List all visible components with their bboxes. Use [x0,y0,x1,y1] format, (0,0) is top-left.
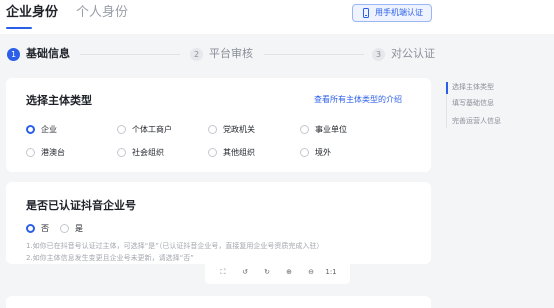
anchor-item-subject-type[interactable]: 选择主体类型 [452,82,494,92]
tab-personal-identity[interactable]: 个人身份 [76,4,128,22]
radio-other-org-indicator [208,148,217,157]
radio-hk-macao-taiwan-indicator [26,148,35,157]
tab-enterprise-identity[interactable]: 企业身份 [6,4,58,22]
step-1-label: 基础信息 [26,47,70,60]
radio-overseas-label: 境外 [315,148,331,157]
radio-public-institution-indicator [300,125,309,134]
radio-hk-macao-taiwan-label: 港澳台 [41,148,65,157]
anchor-item-basic-info[interactable]: 填写基础信息 [452,98,494,108]
radio-overseas[interactable]: 境外 [300,147,350,159]
radio-government-label: 党政机关 [223,125,255,134]
subject-type-intro-link[interactable]: 查看所有主体类型的介绍 [314,95,402,105]
douyin-certified-title: 是否已认证抖音企业号 [26,199,136,212]
mobile-verify-button[interactable]: 用手机端认证 [352,4,432,22]
step-3-label: 对公认证 [391,47,435,60]
anchor-active-marker [446,82,448,94]
radio-certified-yes[interactable]: 是 [60,223,90,235]
radio-certified-no-label: 否 [41,224,49,233]
radio-certified-yes-label: 是 [75,224,83,233]
radio-enterprise-indicator [26,125,35,134]
radio-individual-business-indicator [117,125,126,134]
radio-social-org-indicator [117,148,126,157]
radio-certified-no-indicator [26,224,35,233]
progress-stepper: 1 基础信息 2 平台审核 3 对公认证 [0,34,554,76]
radio-other-org-label: 其他组织 [223,148,255,157]
radio-certified-yes-indicator [60,224,69,233]
next-section-card [6,296,431,308]
rotate-left-icon[interactable]: ↺ [239,266,251,278]
image-preview-toolbar: ⛶ ↺ ↻ ⊕ ⊖ 1:1 [205,260,350,284]
zoom-in-icon[interactable]: ⊕ [283,266,295,278]
step-2-label: 平台审核 [209,47,253,60]
step-connector [264,54,364,55]
subject-type-card: 选择主体类型 查看所有主体类型的介绍 企业 个体工商户 党政机关 事业单位 港澳… [6,78,431,172]
radio-individual-business[interactable]: 个体工商户 [117,124,187,136]
radio-government-indicator [208,125,217,134]
step-1-number: 1 [7,48,20,61]
radio-public-institution[interactable]: 事业单位 [300,124,360,136]
rotate-right-icon[interactable]: ↻ [261,266,273,278]
mobile-phone-icon [363,8,369,18]
step-connector [80,54,180,55]
douyin-certified-card: 是否已认证抖音企业号 否 是 1.如你已在抖音号认证过主体，可选择“是”（已认证… [6,182,431,264]
mobile-verify-label: 用手机端认证 [375,8,423,17]
help-text-line-2: 2.如你主体信息发生变更且企业号未更新，请选择“否” [26,254,194,262]
header-bar: 企业身份 个人身份 用手机端认证 [0,0,554,34]
radio-individual-business-label: 个体工商户 [132,125,172,134]
radio-enterprise-label: 企业 [41,125,57,134]
step-2-number: 2 [190,48,203,61]
step-3-number: 3 [372,48,385,61]
radio-government[interactable]: 党政机关 [208,124,268,136]
anchor-item-operator-info[interactable]: 完善运营人信息 [452,116,501,126]
radio-certified-no[interactable]: 否 [26,223,56,235]
active-tab-indicator [6,27,32,29]
radio-hk-macao-taiwan[interactable]: 港澳台 [26,147,86,159]
radio-social-org-label: 社会组织 [132,148,164,157]
radio-other-org[interactable]: 其他组织 [208,147,268,159]
subject-type-title: 选择主体类型 [26,94,92,107]
radio-social-org[interactable]: 社会组织 [117,147,177,159]
radio-public-institution-label: 事业单位 [315,125,347,134]
radio-overseas-indicator [300,148,309,157]
fullscreen-icon[interactable]: ⛶ [217,266,229,278]
zoom-out-icon[interactable]: ⊖ [305,266,317,278]
radio-enterprise[interactable]: 企业 [26,124,86,136]
help-text-line-1: 1.如你已在抖音号认证过主体，可选择“是”（已认证抖音企业号，直接复用企业号资质… [26,242,324,250]
actual-size-icon[interactable]: 1:1 [323,266,339,278]
